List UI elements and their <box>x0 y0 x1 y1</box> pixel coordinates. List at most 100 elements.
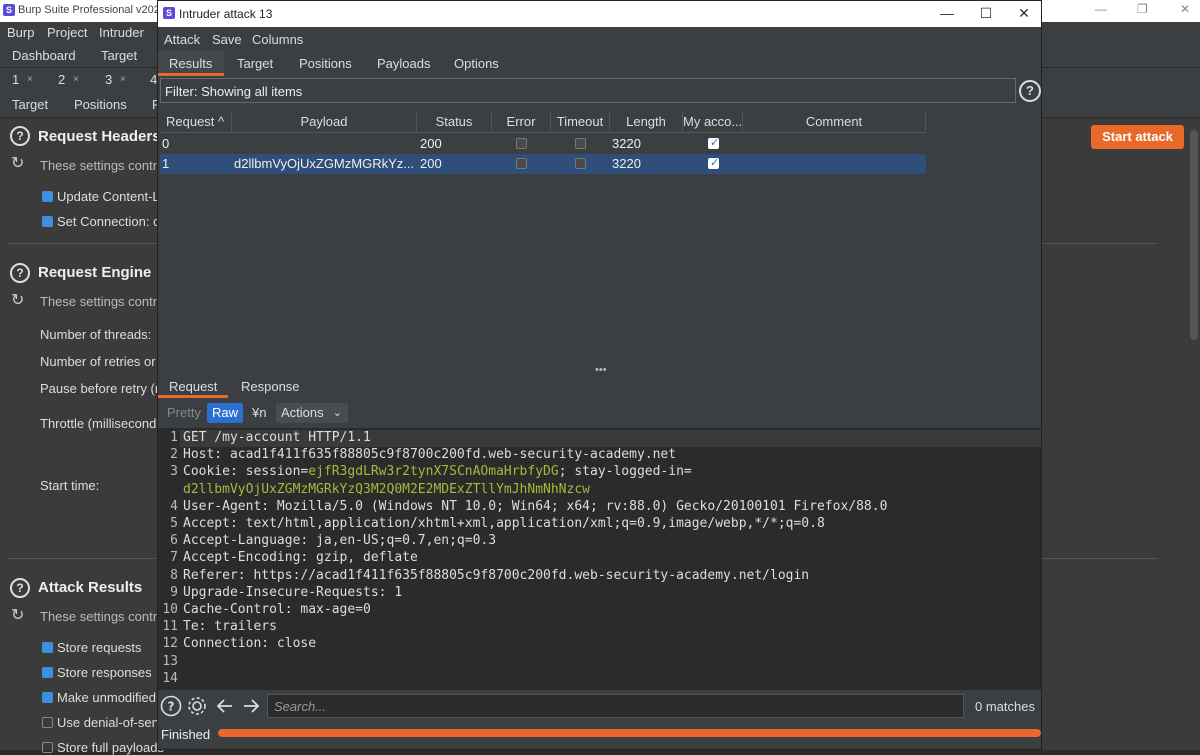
request-text: ; stay-logged-in= <box>558 464 692 480</box>
checkbox-make-unmodified[interactable] <box>42 692 53 703</box>
checkbox-label: Store requests <box>57 640 142 655</box>
cell-payload <box>236 134 414 154</box>
line-number: 1 <box>170 430 178 445</box>
attack-menubar: Attack Save Columns <box>158 27 1041 51</box>
burp-logo-icon: S <box>163 7 175 19</box>
close-icon[interactable]: ✕ <box>1013 5 1035 22</box>
menu-attack[interactable]: Attack <box>164 32 200 47</box>
pretty-button[interactable]: Pretty <box>162 403 206 423</box>
attack-tab-2[interactable]: 2 <box>58 72 65 87</box>
checkbox-set-connection[interactable] <box>42 216 53 227</box>
close-tab-icon[interactable]: × <box>120 74 126 85</box>
help-icon[interactable]: ? <box>160 695 182 717</box>
help-icon[interactable]: ? <box>1019 80 1041 102</box>
filter-bar[interactable]: Filter: Showing all items <box>160 78 1016 103</box>
editor-toolbar: Pretty Raw ¥n Actions ⌄ <box>158 400 1041 427</box>
column-my-account[interactable]: My acco... <box>683 111 743 133</box>
checkbox-store-requests[interactable] <box>42 642 53 653</box>
arrow-left-icon[interactable] <box>214 695 236 717</box>
table-row-selected[interactable]: 1 d2llbmVyOjUxZGMzMGRkYz... 200 3220 <box>160 154 926 174</box>
help-icon[interactable]: ? <box>10 126 30 146</box>
progress-bar <box>218 729 1041 737</box>
menu-save[interactable]: Save <box>212 32 242 47</box>
checkbox-update-content-length[interactable] <box>42 191 53 202</box>
column-payload[interactable]: Payload <box>232 111 417 133</box>
tab-target[interactable]: Target <box>237 56 273 71</box>
request-text: Te: trailers <box>183 619 277 635</box>
checkbox-label: Use denial-of-serv <box>57 715 163 730</box>
menu-burp[interactable]: Burp <box>7 25 34 40</box>
request-line: Accept-Encoding: gzip, deflate <box>183 550 418 565</box>
tab-positions[interactable]: Positions <box>299 56 352 71</box>
attack-tab-3[interactable]: 3 <box>105 72 112 87</box>
request-text: User-Agent: Mozilla/5.0 (Windows NT 10.0… <box>183 498 888 514</box>
actions-button[interactable]: Actions ⌄ <box>276 403 348 423</box>
request-line: Accept-Language: ja,en-US;q=0.7,en;q=0.3 <box>183 533 496 548</box>
request-text: Host: acad1f411f635f88805c9f8700c200fd.w… <box>183 447 677 463</box>
line-number: 14 <box>162 670 178 686</box>
attack-tabs: Results Target Positions Payloads Option… <box>158 51 1041 76</box>
cell-request: 0 <box>162 136 170 151</box>
checkbox-store-responses[interactable] <box>42 667 53 678</box>
maximize-icon[interactable]: ☐ <box>975 5 997 22</box>
cell-status: 200 <box>420 156 442 171</box>
column-request[interactable]: Request ^ <box>160 111 232 133</box>
tab-payloads[interactable]: Payloads <box>377 56 430 71</box>
tab-target[interactable]: Target <box>101 48 137 63</box>
field-threads-label: Number of threads: <box>40 327 152 342</box>
tab-response[interactable]: Response <box>241 379 300 394</box>
checkbox-store-full-payloads[interactable] <box>42 742 53 753</box>
subtab-target[interactable]: Target <box>12 97 48 112</box>
column-length[interactable]: Length <box>610 111 683 133</box>
attack-tab-1[interactable]: 1 <box>12 72 19 87</box>
burp-logo-icon: S <box>3 4 15 16</box>
column-status[interactable]: Status <box>417 111 492 133</box>
column-comment[interactable]: Comment <box>743 111 926 133</box>
arrow-right-icon[interactable] <box>240 695 262 717</box>
refresh-icon[interactable]: ↻ <box>11 290 24 310</box>
checkbox-label: Store full payloads <box>57 740 164 755</box>
subtab-positions[interactable]: Positions <box>74 97 127 112</box>
refresh-icon[interactable]: ↻ <box>11 153 24 173</box>
line-number: 13 <box>162 653 178 669</box>
checkbox-label: Set Connection: cl <box>57 214 163 229</box>
column-error[interactable]: Error <box>492 111 551 133</box>
progress-fill <box>218 729 1041 737</box>
restore-icon[interactable]: ❐ <box>1137 2 1148 16</box>
tab-options[interactable]: Options <box>454 56 499 71</box>
close-tab-icon[interactable]: × <box>27 74 33 85</box>
table-row[interactable]: 0 200 3220 <box>160 134 926 154</box>
close-icon[interactable]: ✕ <box>1180 2 1190 16</box>
minimize-icon[interactable]: — <box>1095 2 1107 16</box>
raw-button[interactable]: Raw <box>207 403 244 423</box>
minimize-icon[interactable]: — <box>936 5 958 21</box>
refresh-icon[interactable]: ↻ <box>11 605 24 625</box>
line-number: 3 <box>170 464 178 480</box>
status-bar: Finished <box>158 722 1041 749</box>
menu-intruder[interactable]: Intruder <box>99 25 144 40</box>
menu-project[interactable]: Project <box>47 25 87 40</box>
cell-my-account-checkbox <box>708 156 719 169</box>
request-line: d2llbmVyOjUxZGMzMGRkYzQ3M2Q0M2E2MDExZTll… <box>183 482 590 497</box>
column-timeout[interactable]: Timeout <box>551 111 610 133</box>
tab-results[interactable]: Results <box>169 56 212 71</box>
request-editor[interactable]: 1 GET /my-account HTTP/1.1 2 Host: acad1f41… <box>158 428 1041 690</box>
settings-gear-icon[interactable] <box>186 695 208 717</box>
request-line: Cookie: session=ejfR3gdLRw3r2tynX7SCnAOm… <box>183 464 692 479</box>
menu-columns[interactable]: Columns <box>252 32 303 47</box>
line-number: 2 <box>170 447 178 463</box>
scrollbar-thumb[interactable] <box>1190 130 1198 340</box>
results-table: Request ^ Payload Status Error Timeout L… <box>160 111 1041 369</box>
tab-request[interactable]: Request <box>169 379 217 394</box>
request-response-tabs: Request Response <box>158 375 1041 398</box>
line-number: 11 <box>162 619 178 635</box>
newline-toggle-button[interactable]: ¥n <box>247 403 271 423</box>
close-tab-icon[interactable]: × <box>73 74 79 85</box>
checkbox-denial-of-service[interactable] <box>42 717 53 728</box>
help-icon[interactable]: ? <box>10 578 30 598</box>
tab-dashboard[interactable]: Dashboard <box>12 48 76 63</box>
section-desc: These settings contro <box>40 158 165 173</box>
help-icon[interactable]: ? <box>10 263 30 283</box>
search-input[interactable]: Search... <box>267 694 964 718</box>
start-attack-button[interactable]: Start attack <box>1091 125 1184 149</box>
